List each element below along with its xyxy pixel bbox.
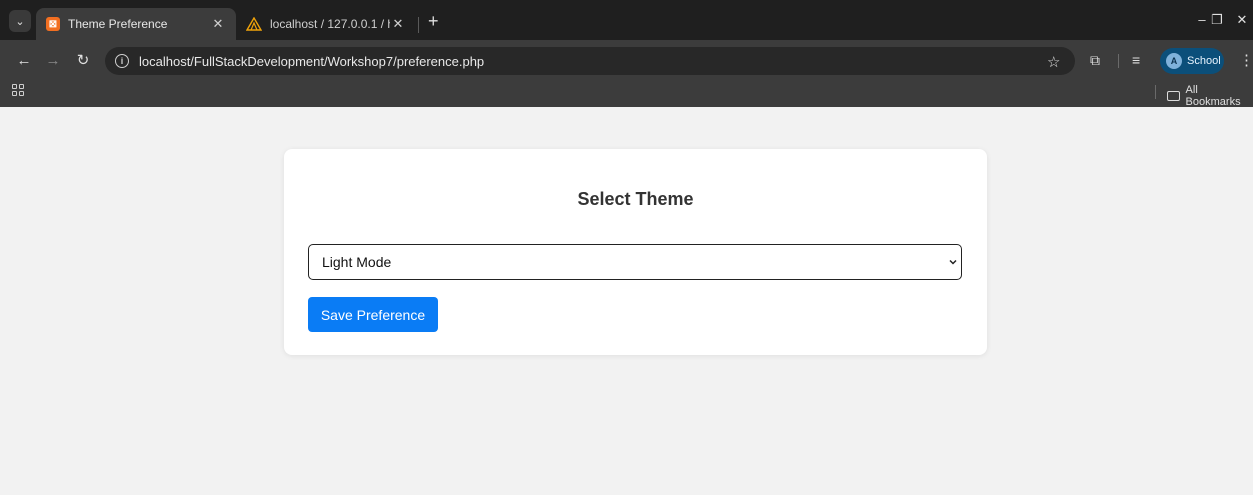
chevron-down-icon <box>949 259 957 265</box>
tab-title: localhost / 127.0.0.1 / herald_d <box>270 17 390 31</box>
all-bookmarks-button[interactable]: All Bookmarks <box>1167 84 1253 108</box>
address-bar[interactable]: i localhost/FullStackDevelopment/Worksho… <box>105 47 1075 75</box>
xampp-favicon-icon: ⊠ <box>46 17 60 31</box>
profile-button[interactable]: A School <box>1160 48 1224 74</box>
bookmark-star-icon[interactable]: ☆ <box>1047 53 1060 71</box>
profile-name: School <box>1187 55 1221 67</box>
theme-select[interactable]: Light Mode <box>308 244 962 280</box>
address-url: localhost/FullStackDevelopment/Workshop7… <box>139 53 485 69</box>
tab-close-icon[interactable]: ✕ <box>390 16 406 32</box>
back-arrow-icon[interactable]: ← <box>15 52 33 70</box>
save-preference-button[interactable]: Save Preference <box>308 297 438 332</box>
apps-grid-icon[interactable] <box>12 84 24 96</box>
restore-icon[interactable]: ❐ <box>1208 12 1226 28</box>
tab-search-chevron-icon[interactable]: ⌄ <box>9 10 31 32</box>
close-window-icon[interactable]: ✕ <box>1233 12 1251 28</box>
avatar: A <box>1166 53 1182 69</box>
tab-theme-preference[interactable]: ⊠ Theme Preference ✕ <box>36 8 236 40</box>
folder-icon <box>1167 91 1180 101</box>
theme-card: Select Theme Light Mode Save Preference <box>284 149 987 355</box>
extensions-puzzle-icon[interactable]: ⧉ <box>1090 52 1100 69</box>
reload-icon[interactable]: ↻ <box>74 52 92 70</box>
theme-select-value: Light Mode <box>322 254 392 270</box>
tab-title: Theme Preference <box>68 17 168 31</box>
phpmyadmin-favicon-icon <box>246 17 262 31</box>
tab-phpmyadmin[interactable]: localhost / 127.0.0.1 / herald_d ✕ <box>236 8 416 40</box>
bookmarks-divider <box>1155 85 1156 99</box>
reading-list-icon[interactable]: ≡ <box>1132 52 1140 68</box>
forward-arrow-icon[interactable]: → <box>44 52 62 70</box>
more-menu-icon[interactable]: ⋮ <box>1239 51 1253 69</box>
page-title: Select Theme <box>577 189 694 209</box>
tab-divider <box>418 17 419 33</box>
tab-close-icon[interactable]: ✕ <box>210 16 226 32</box>
new-tab-plus-icon[interactable]: + <box>428 12 439 30</box>
all-bookmarks-label: All Bookmarks <box>1185 84 1241 108</box>
toolbar-divider <box>1118 54 1119 68</box>
site-info-icon[interactable]: i <box>115 54 129 68</box>
bookmarks-bar <box>0 80 1253 107</box>
